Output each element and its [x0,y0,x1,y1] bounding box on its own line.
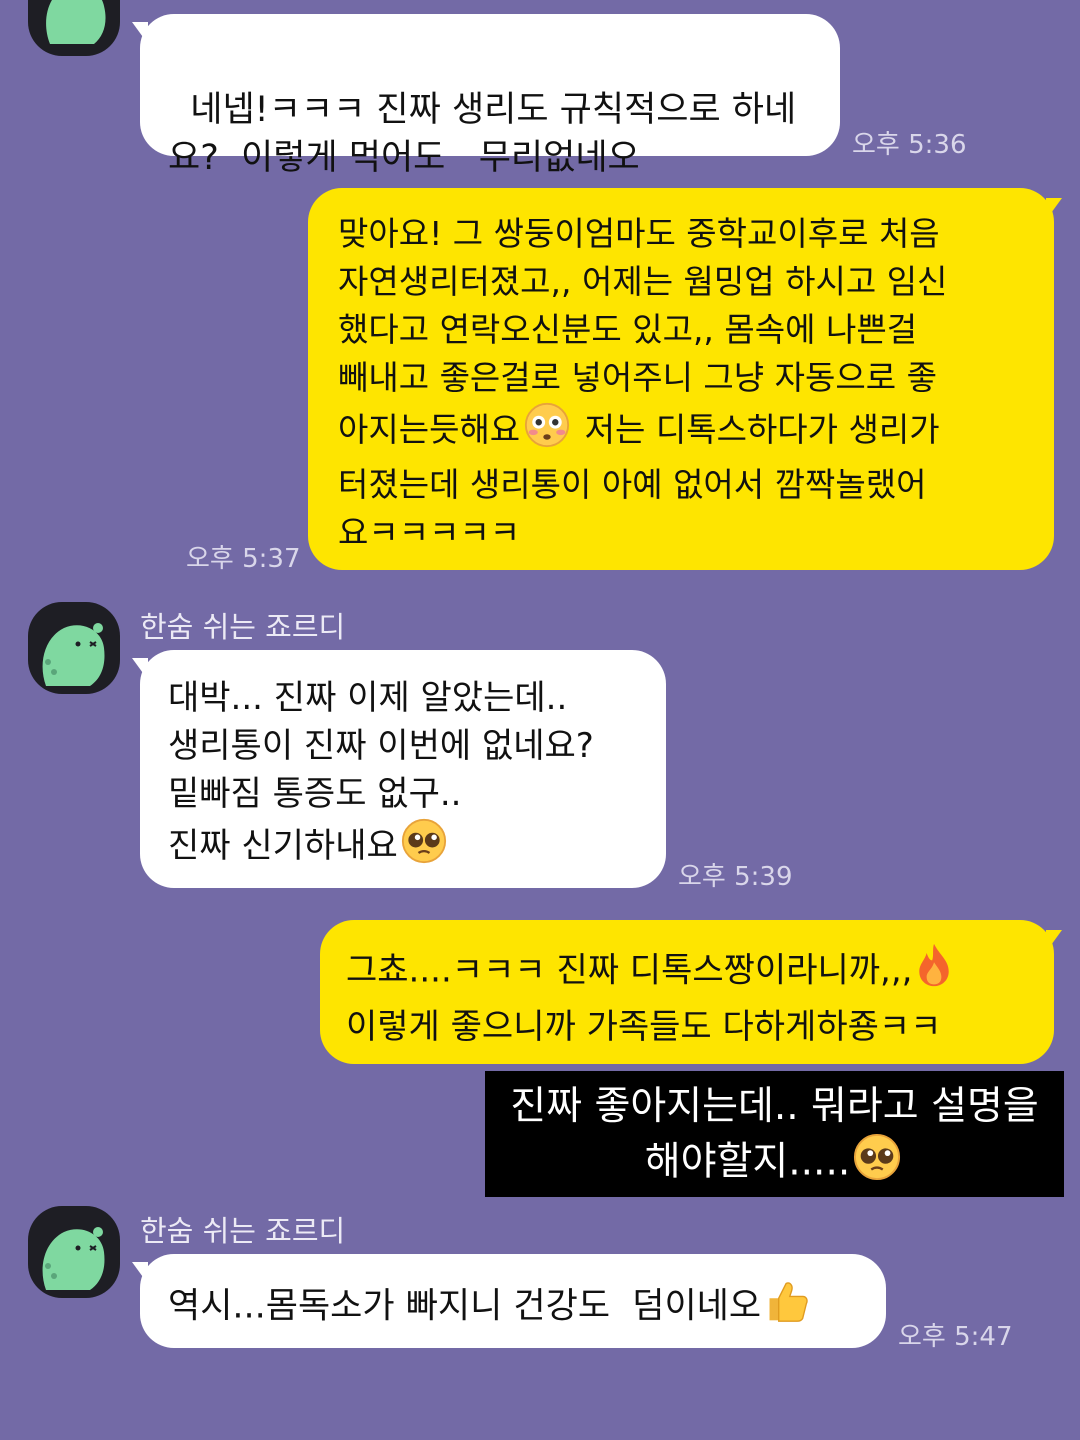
message-text: 이렇게 좋으니까 가족들도 다하게하죵ㅋㅋ [346,1007,942,1047]
message-bubble-outgoing[interactable]: 그쵸....ㅋㅋㅋ 진짜 디톡스짱이라니까,,, 이렇게 좋으니까 가족들도 다… [320,920,1054,1064]
avatar[interactable] [28,0,120,56]
caption-overlay: 진짜 좋아지는데.. 뭐라고 설명을 해야할지..... [485,1071,1064,1197]
sender-name: 한숨 쉬는 죠르디 [140,610,346,644]
message-text: 네넵!ㅋㅋㅋ 진짜 생리도 규칙적으로 하네 요? 이렇게 먹어도 무리없네오 [168,90,797,178]
message-timestamp: 오후 5:36 [852,130,967,160]
sender-name: 한숨 쉬는 죠르디 [140,1214,346,1248]
avatar[interactable] [28,602,120,694]
message-bubble-incoming[interactable]: 대박... 진짜 이제 알았는데.. 생리통이 진짜 이번에 없네요? 밑빠짐 … [140,650,666,888]
flushed-face-icon [522,402,572,461]
message-text: 역시...몸독소가 빠지니 건강도 덤이네오 [168,1286,762,1327]
thumbs-up-icon [763,1278,811,1337]
message-text: 대박... 진짜 이제 알았는데.. 생리통이 진짜 이번에 없네요? 밑빠짐 … [168,678,594,866]
message-bubble-incoming[interactable]: 역시...몸독소가 빠지니 건강도 덤이네오 [140,1254,886,1348]
message-timestamp: 오후 5:37 [186,544,301,574]
avatar[interactable] [28,1206,120,1298]
message-timestamp: 오후 5:39 [678,862,793,892]
message-bubble-outgoing[interactable]: 맞아요! 그 쌍둥이엄마도 중학교이후로 처음 자연생리터졌고,, 어제는 웜밍… [308,188,1054,570]
jordy-avatar-icon [42,1227,105,1290]
jordy-avatar-icon [42,623,105,686]
message-bubble-incoming[interactable]: 네넵!ㅋㅋㅋ 진짜 생리도 규칙적으로 하네 요? 이렇게 먹어도 무리없네오 [140,14,840,178]
pleading-face-icon [852,1133,902,1195]
fire-icon [914,942,954,1002]
message-timestamp: 오후 5:47 [898,1322,1013,1352]
jordy-avatar-icon [46,0,106,44]
caption-text: 진짜 좋아지는데.. 뭐라고 설명을 해야할지..... [510,1084,1039,1185]
pleading-face-icon [400,818,448,877]
message-text: 그쵸....ㅋㅋㅋ 진짜 디톡스짱이라니까,,, [346,950,913,991]
